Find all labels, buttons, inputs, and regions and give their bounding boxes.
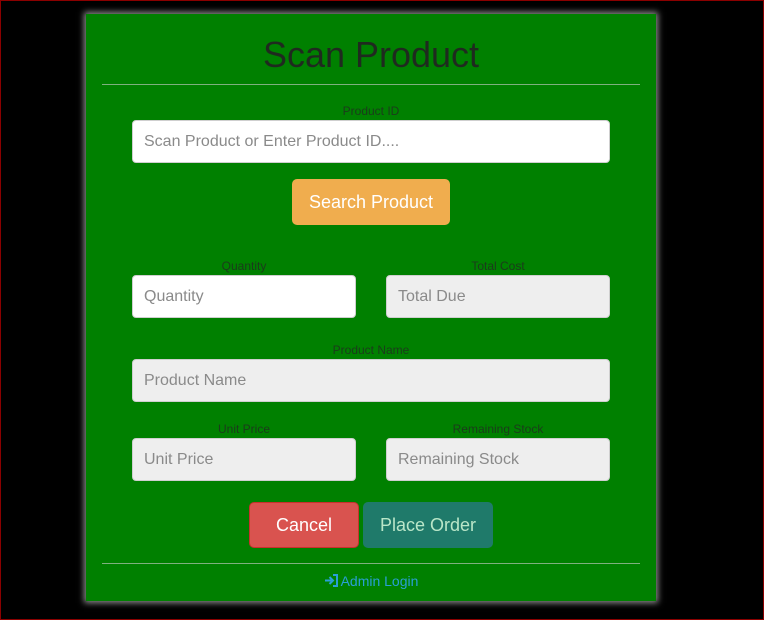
- divider: [102, 84, 640, 85]
- admin-login-label: Admin Login: [340, 573, 419, 589]
- product-name-field: [132, 359, 610, 402]
- product-name-label: Product Name: [332, 343, 410, 357]
- remaining-stock-label: Remaining Stock: [452, 422, 544, 436]
- quantity-input[interactable]: [132, 275, 356, 318]
- sign-in-icon: [324, 574, 339, 590]
- place-order-button[interactable]: Place Order: [363, 502, 493, 548]
- unit-price-field: [132, 438, 356, 481]
- product-id-input[interactable]: [132, 120, 610, 163]
- admin-login-link[interactable]: Admin Login: [86, 573, 656, 590]
- page-title: Scan Product: [262, 34, 480, 75]
- unit-price-label: Unit Price: [217, 422, 270, 436]
- scan-product-panel: Scan Product Product ID Search Product Q…: [86, 14, 656, 601]
- search-product-button[interactable]: Search Product: [292, 179, 450, 225]
- divider: [102, 563, 640, 564]
- quantity-label: Quantity: [221, 259, 267, 273]
- cancel-button[interactable]: Cancel: [249, 502, 359, 548]
- total-due-field: [386, 275, 610, 318]
- remaining-stock-field: [386, 438, 610, 481]
- total-cost-label: Total Cost: [471, 259, 525, 273]
- product-id-label: Product ID: [342, 104, 400, 118]
